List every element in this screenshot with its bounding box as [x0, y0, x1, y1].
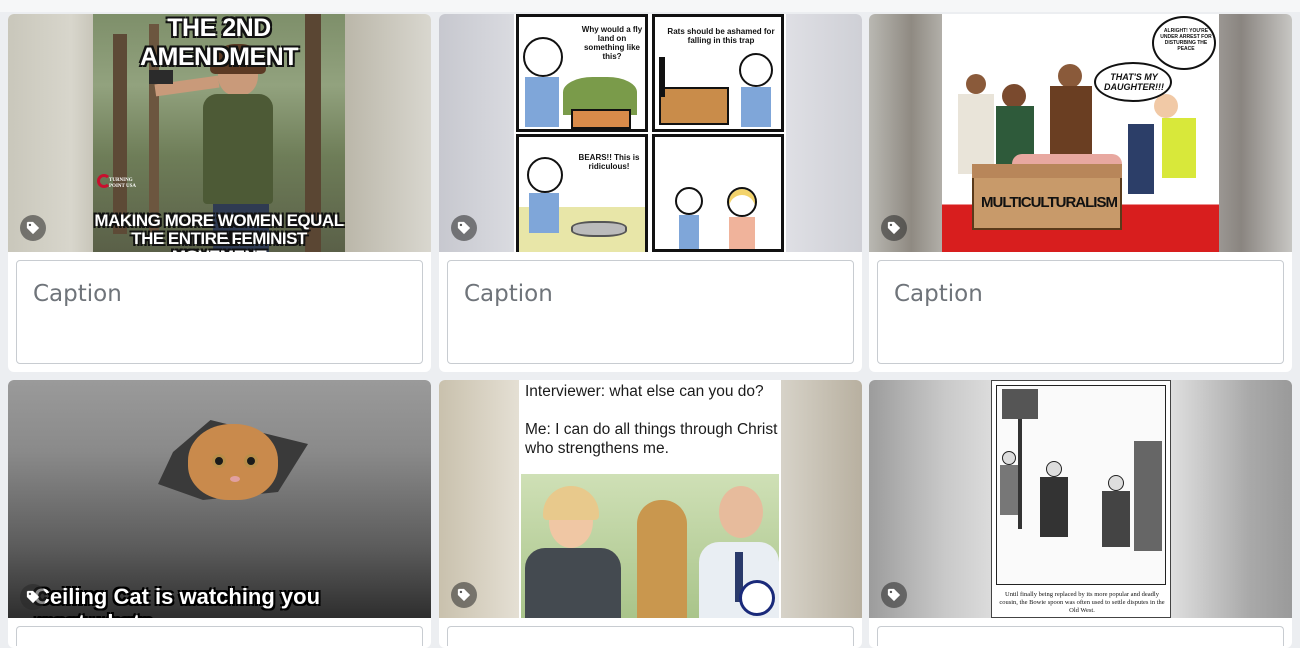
caption-input[interactable] [877, 626, 1284, 646]
speech-bubble-2: ALRIGHT! YOU'RE UNDER ARREST FOR DISTURB… [1152, 16, 1216, 70]
caption-input[interactable]: Caption [447, 260, 854, 364]
tag-button[interactable] [20, 215, 46, 241]
meme-card: Why would a fly land on something like t… [439, 14, 862, 372]
meme-card: TURNING POINT USA THE 2ND AMENDMENT MAKI… [8, 14, 431, 372]
caption-input[interactable]: Caption [877, 260, 1284, 364]
comic-panel-3: BEARS!! This is ridiculous! [516, 134, 648, 252]
multiculturalism-sign: MULTICULTURALISM [981, 194, 1118, 211]
meme-image: Until finally being replaced by its more… [991, 380, 1171, 618]
speech-bubble-1: THAT'S MY DAUGHTER!!! [1094, 62, 1172, 102]
meme-thumbnail[interactable]: TURNING POINT USA THE 2ND AMENDMENT MAKI… [8, 14, 431, 252]
meme-grid: TURNING POINT USA THE 2ND AMENDMENT MAKI… [0, 0, 1300, 648]
tag-icon [887, 588, 901, 602]
meme-card: Until finally being replaced by its more… [869, 380, 1292, 648]
tag-icon [26, 221, 40, 235]
comic-panel-2: Rats should be ashamed for falling in th… [652, 14, 784, 132]
meme-image: Interviewer: what else can you do? Me: I… [519, 380, 781, 618]
tag-icon [26, 590, 40, 604]
meme-image: TURNING POINT USA THE 2ND AMENDMENT MAKI… [93, 14, 345, 252]
meme-card: Ceiling Cat is watching you masturbate. [8, 380, 431, 648]
meme-image [8, 380, 431, 618]
meme-card: Interviewer: what else can you do? Me: I… [439, 380, 862, 648]
cartoon-caption: Until finally being replaced by its more… [999, 591, 1165, 614]
tag-button[interactable] [451, 215, 477, 241]
meme-thumbnail[interactable]: Why would a fly land on something like t… [439, 14, 862, 252]
tag-button[interactable] [451, 582, 477, 608]
tag-button[interactable] [20, 584, 46, 610]
meme-top-text: THE 2ND AMENDMENT [140, 14, 299, 71]
caption-input[interactable]: Caption [16, 260, 423, 364]
meme-caption-text: Ceiling Cat is watching you masturbate. [34, 584, 321, 618]
meme-thumbnail[interactable]: Ceiling Cat is watching you masturbate. [8, 380, 431, 618]
meme-thumbnail[interactable]: Until finally being replaced by its more… [869, 380, 1292, 618]
meme-bottom-text-2: THE ENTIRE FEMINIST MOVEMENT [131, 229, 307, 253]
tag-button[interactable] [881, 215, 907, 241]
tag-icon [887, 221, 901, 235]
caption-input[interactable] [16, 626, 423, 646]
meme-thumbnail[interactable]: Interviewer: what else can you do? Me: I… [439, 380, 862, 618]
tag-icon [457, 588, 471, 602]
caption-input[interactable] [447, 626, 854, 646]
tag-icon [457, 221, 471, 235]
meme-card: MULTICULTURALISM THAT'S MY DAUGHTER!!! A… [869, 14, 1292, 372]
comic-panel-4 [652, 134, 784, 252]
meme-thumbnail[interactable]: MULTICULTURALISM THAT'S MY DAUGHTER!!! A… [869, 14, 1292, 252]
tag-button[interactable] [881, 582, 907, 608]
meme-image: Why would a fly land on something like t… [514, 14, 786, 252]
turning-point-logo: TURNING POINT USA [97, 174, 136, 204]
comic-panel-1: Why would a fly land on something like t… [516, 14, 648, 132]
meme-image: MULTICULTURALISM THAT'S MY DAUGHTER!!! A… [942, 14, 1219, 252]
